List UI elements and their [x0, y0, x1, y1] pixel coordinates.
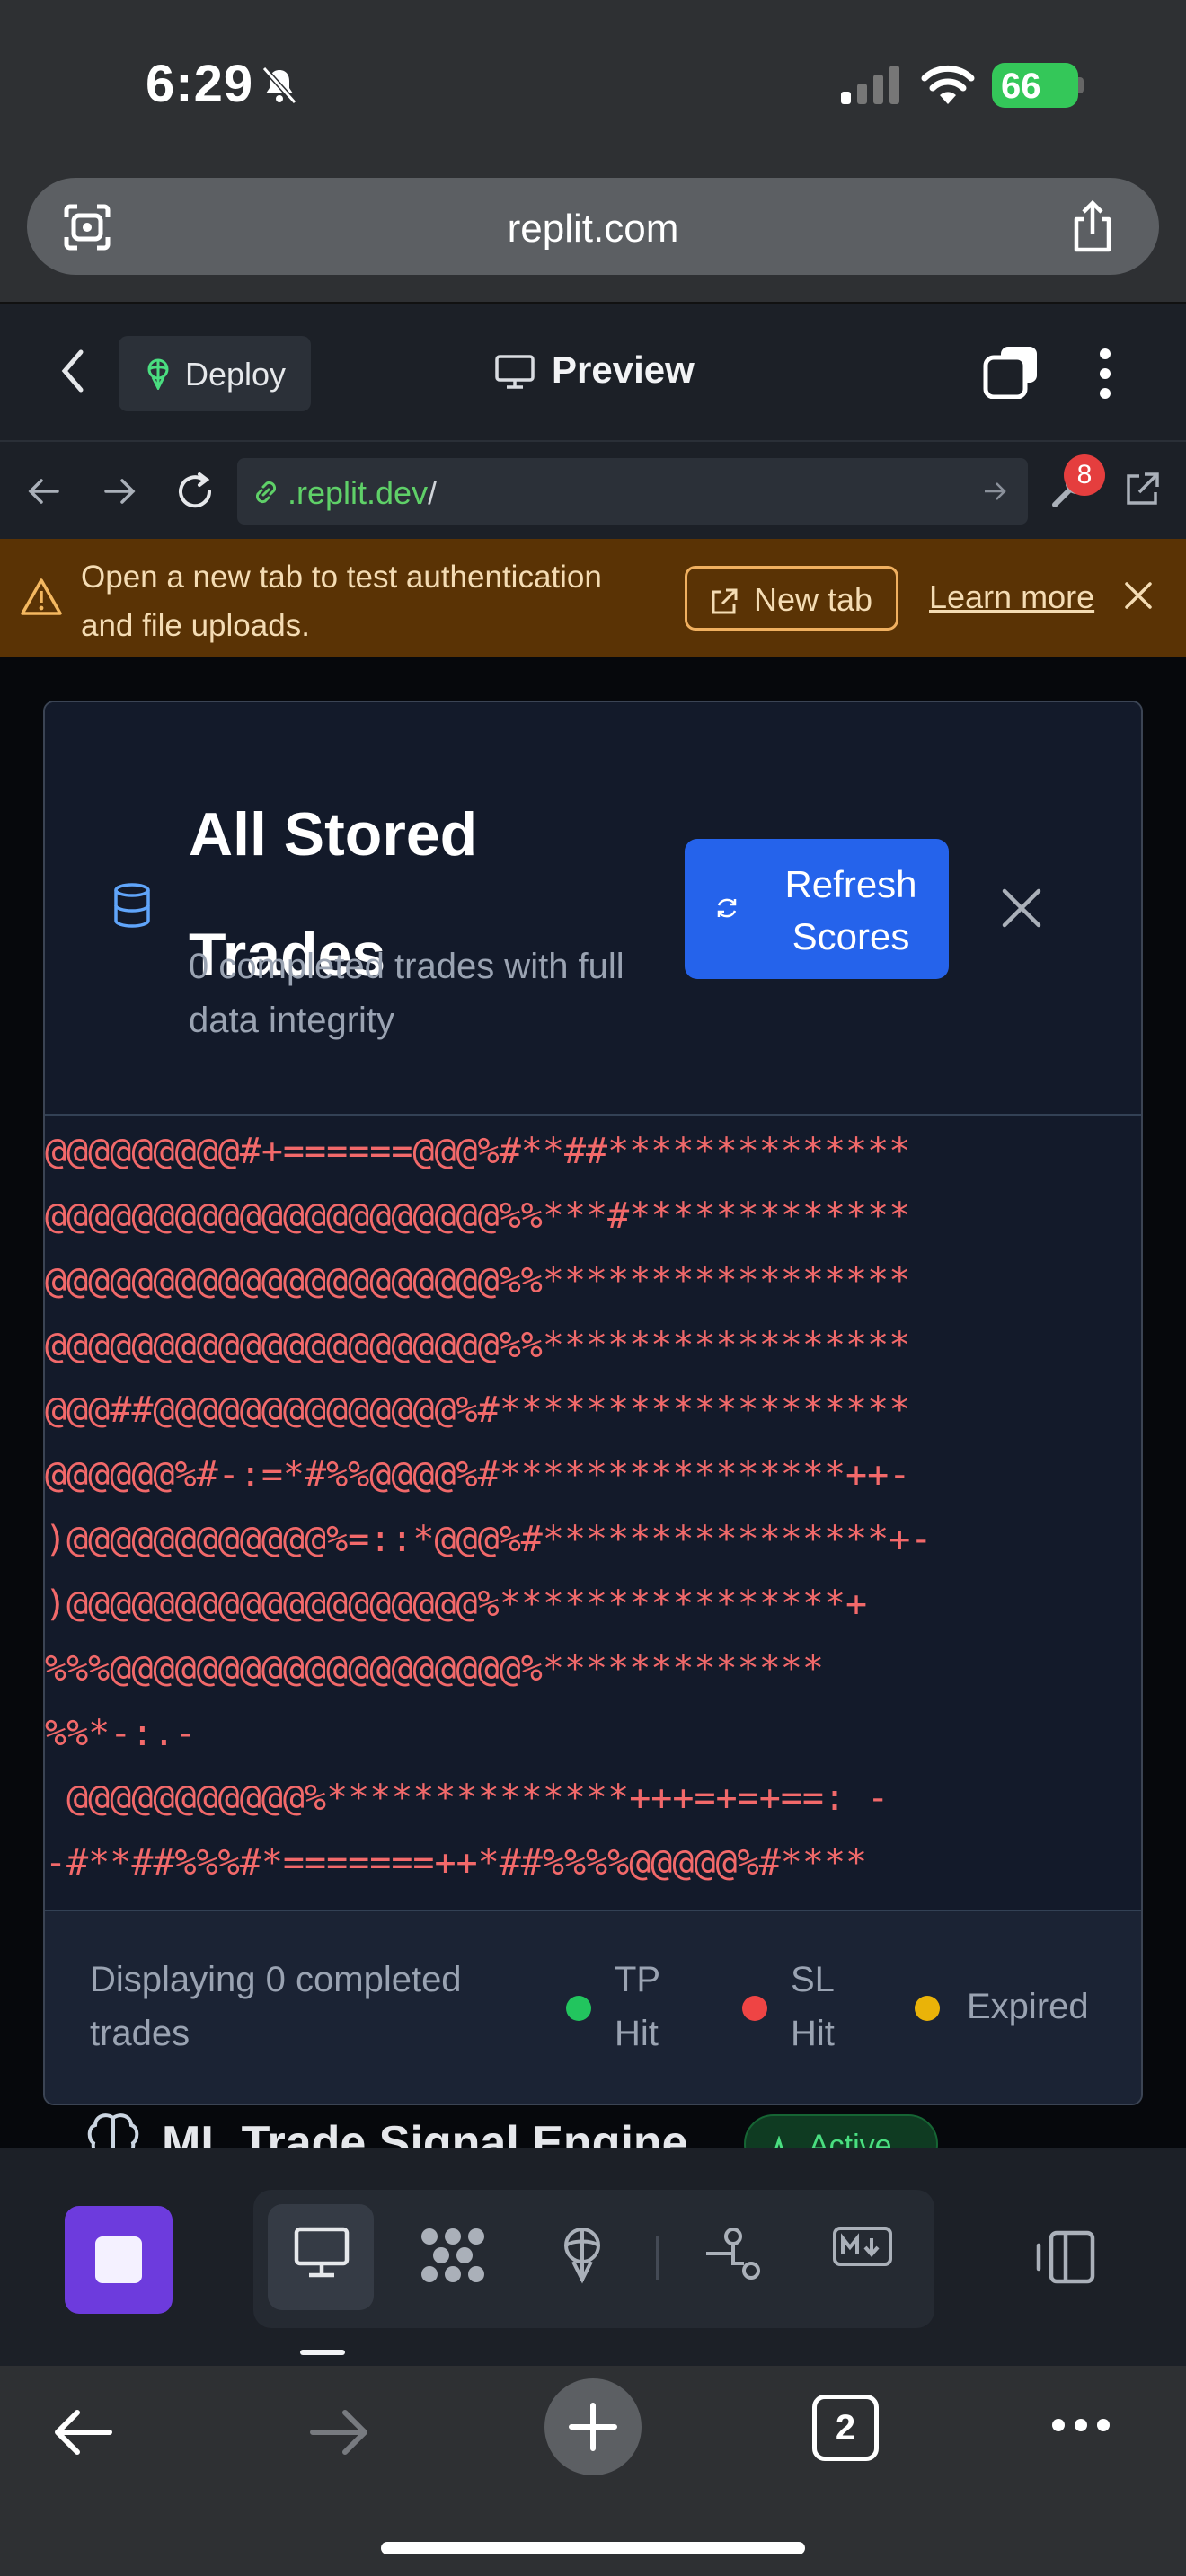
ascii-line: )@@@@@@@@@@@@@@@@@@@%****************+ [45, 1584, 868, 1625]
deploy-label: Deploy [185, 356, 287, 393]
banner-message: Open a new tab to test authentication an… [81, 560, 602, 643]
preview-nav-bar: .replit.dev/ 8 [0, 440, 1186, 539]
refresh-icon [717, 898, 737, 918]
card-subtitle: 0 completed trades with full data integr… [189, 947, 624, 1040]
trades-count-text: Displaying 0 completed trades [90, 1960, 462, 2053]
share-icon[interactable] [1069, 199, 1116, 253]
tabs-icon[interactable] [983, 345, 1040, 399]
more-icon[interactable] [1049, 2416, 1112, 2434]
learn-more-link[interactable]: Learn more [929, 578, 1094, 616]
safari-address-area: replit.com [0, 171, 1186, 302]
battery-indicator: 66 [992, 63, 1078, 108]
preview-url-field[interactable]: .replit.dev/ [237, 458, 1028, 525]
tool-switcher [253, 2190, 934, 2328]
arrow-right-icon [310, 2410, 367, 2455]
new-tab-label: New tab [754, 581, 873, 618]
refresh-scores-label: Refresh Scores [784, 863, 917, 957]
cellular-signal-icon [841, 66, 899, 104]
stop-button[interactable] [65, 2206, 173, 2314]
more-options-icon[interactable] [1098, 347, 1112, 401]
deploy-icon [147, 358, 169, 390]
external-link-icon[interactable] [1121, 469, 1163, 510]
agent-dots-icon[interactable] [419, 2226, 487, 2285]
home-indicator [381, 2542, 805, 2554]
address-bar[interactable]: replit.com [27, 178, 1159, 275]
deploy-icon[interactable] [555, 2226, 609, 2285]
battery-level: 66 [1001, 66, 1041, 106]
expired-label: Expired [967, 1987, 1089, 2026]
plus-icon [569, 2403, 617, 2451]
activity-icon [774, 2136, 783, 2148]
stored-trades-card: All Stored Trades 0 completed trades wit… [43, 701, 1143, 2105]
ascii-line: -#**##%%%#*=======++*##%%%%@@@@@%#**** [45, 1842, 868, 1883]
reload-icon[interactable] [173, 469, 217, 514]
arrow-right-icon[interactable] [101, 472, 138, 510]
tab-count-button[interactable]: 2 [812, 2395, 879, 2461]
new-tab-button[interactable] [544, 2378, 642, 2475]
status-badge-label: Active [809, 2129, 892, 2148]
section-title: ML Trade Signal Engine [162, 2117, 688, 2148]
ascii-line: @@@@@@@@@@@@@@@@@@@@@%%***************** [45, 1260, 911, 1301]
status-badge: Active [744, 2114, 938, 2148]
arrow-left-icon[interactable] [25, 472, 63, 510]
replit-bottom-toolbar [0, 2148, 1186, 2366]
warning-banner: Open a new tab to test authentication an… [0, 539, 1186, 657]
card-header: All Stored Trades 0 completed trades wit… [45, 702, 1141, 1116]
status-time: 6:29 [146, 55, 254, 113]
ascii-line: @@@@@@@@@@@%**************+++=+=+==: - [45, 1778, 890, 1819]
url-domain: .replit.dev [288, 474, 429, 511]
split-view-icon[interactable] [1033, 2229, 1098, 2285]
active-tool-indicator [300, 2350, 345, 2355]
sl-hit-dot [742, 1996, 767, 2021]
tp-hit-label: TP Hit [615, 1960, 660, 2053]
ascii-line: @@@@@@@@@#+======@@@%#**##************** [45, 1131, 911, 1172]
battery-cap [1078, 77, 1084, 93]
tp-hit-dot [566, 1996, 591, 2021]
preview-url: .replit.dev/ [288, 474, 437, 512]
ascii-line: )@@@@@@@@@@@@%=::*@@@%#****************+… [45, 1519, 933, 1560]
stop-icon [95, 2236, 142, 2283]
ascii-line: %%%@@@@@@@@@@@@@@@@@@@%************* [45, 1648, 824, 1689]
ascii-line: @@@##@@@@@@@@@@@@@@%#******************* [45, 1389, 911, 1431]
ascii-line: %%*-:.- [45, 1713, 197, 1754]
refresh-scores-button[interactable]: Refresh Scores [685, 839, 949, 979]
ascii-line: @@@@@@@@@@@@@@@@@@@@@%%***#************* [45, 1195, 911, 1237]
monitor-icon[interactable] [293, 2226, 350, 2280]
external-link-icon [712, 588, 738, 614]
close-icon[interactable] [999, 886, 1044, 931]
ml-engine-section: ML Trade Signal Engine Active [43, 2109, 1143, 2148]
preview-title: Preview [552, 348, 695, 391]
git-branch-icon[interactable] [703, 2226, 764, 2281]
brain-icon [87, 2113, 139, 2148]
preview-page: All Stored Trades 0 completed trades wit… [0, 657, 1186, 2148]
link-icon [255, 481, 277, 504]
card-footer: Displaying 0 completed trades TP Hit SL … [45, 1910, 1141, 2104]
sl-hit-label: SL Hit [791, 1960, 835, 2053]
ascii-art-area: @@@@@@@@@#+======@@@%#**##**************… [45, 1119, 1141, 1926]
address-url: replit.com [507, 207, 679, 251]
chevron-left-icon[interactable] [59, 348, 86, 393]
close-icon[interactable] [1123, 580, 1154, 611]
ascii-line: @@@@@@%#-:=*#%%@@@@%#****************++- [45, 1454, 911, 1495]
replit-toolbar: Deploy Preview [0, 302, 1186, 440]
warning-icon [21, 578, 62, 615]
go-arrow-icon[interactable] [981, 478, 1008, 505]
new-tab-button[interactable]: New tab [685, 566, 898, 631]
bell-slash-icon [261, 66, 297, 105]
arrow-left-icon[interactable] [50, 2407, 115, 2457]
wifi-icon [921, 65, 975, 104]
monitor-icon [495, 355, 535, 389]
expired-dot [915, 1996, 940, 2021]
database-icon [114, 883, 150, 928]
deploy-button[interactable]: Deploy [119, 336, 311, 411]
notification-badge: 8 [1064, 454, 1105, 496]
tool-divider [656, 2236, 659, 2280]
markdown-icon[interactable] [832, 2226, 893, 2267]
status-bar: 6:29 66 [0, 0, 1186, 171]
safari-bottom-bar: 2 [0, 2366, 1186, 2576]
url-path: / [428, 474, 438, 511]
ascii-line: @@@@@@@@@@@@@@@@@@@@@%%***************** [45, 1325, 911, 1366]
